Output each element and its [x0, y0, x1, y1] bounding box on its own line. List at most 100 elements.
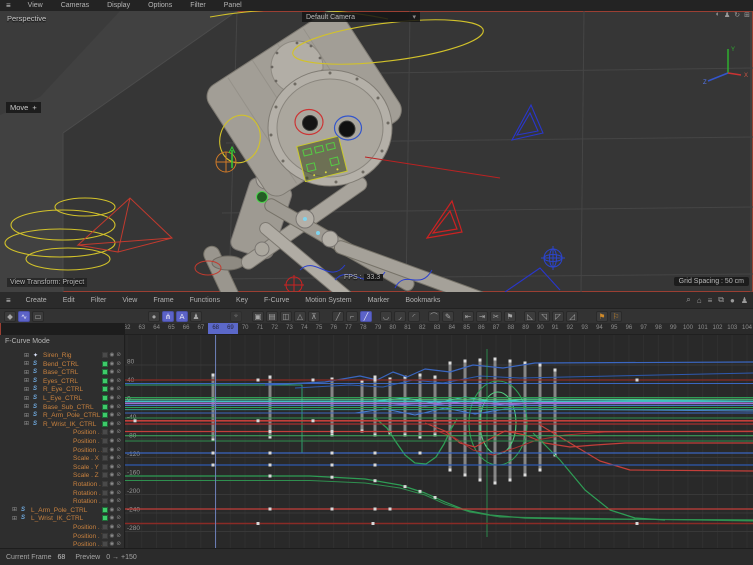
menu-display[interactable]: Display: [98, 2, 139, 9]
track-color-swatch[interactable]: [102, 447, 108, 453]
timeline-menu-motion-system[interactable]: Motion System: [297, 297, 359, 304]
ramp-b-icon[interactable]: ◹: [538, 311, 550, 322]
mute-icon[interactable]: ⊘: [116, 455, 121, 461]
mute-icon[interactable]: ⊘: [116, 524, 121, 530]
fcurve-canvas[interactable]: 80400-40-80-120-160-200-240-280: [125, 335, 753, 548]
track-color-swatch[interactable]: [102, 429, 108, 435]
fcurve-graph[interactable]: 80400-40-80-120-160-200-240-280: [125, 335, 753, 548]
fcurve-mode-label[interactable]: F-Curve Mode: [5, 338, 50, 345]
track-color-swatch[interactable]: [102, 524, 108, 530]
timeline-menu-bookmarks[interactable]: Bookmarks: [397, 297, 448, 304]
mute-icon[interactable]: ⊘: [116, 490, 121, 496]
expander-icon[interactable]: ⊞: [24, 395, 29, 402]
track-color-swatch[interactable]: [102, 361, 108, 367]
marker-edit-icon[interactable]: ⚐: [610, 311, 622, 322]
red-triangle-control[interactable]: [427, 201, 462, 238]
history-icon[interactable]: ↻: [734, 11, 740, 19]
timeline-menu-functions[interactable]: Functions: [182, 297, 228, 304]
solo-icon[interactable]: ◉: [110, 352, 115, 358]
expander-icon[interactable]: ⊞: [24, 369, 29, 376]
marker-add-icon[interactable]: ⚑: [596, 311, 608, 322]
timeline-menu-key[interactable]: Key: [228, 297, 256, 304]
step-icon[interactable]: ⌐: [346, 311, 358, 322]
ease-out-icon[interactable]: ◜: [408, 311, 420, 322]
ramp-d-icon[interactable]: ◿: [566, 311, 578, 322]
mute-icon[interactable]: ⊘: [116, 515, 121, 521]
menu-cameras[interactable]: Cameras: [52, 2, 98, 9]
mute-icon[interactable]: ⊘: [116, 481, 121, 487]
hamburger-icon[interactable]: ≡: [6, 1, 11, 10]
expander-icon[interactable]: ⊞: [24, 352, 29, 359]
shading-icon[interactable]: ◐: [716, 11, 720, 19]
layout-icon[interactable]: ⊞: [744, 11, 750, 19]
linear-icon[interactable]: ╱: [332, 311, 344, 322]
track-color-swatch[interactable]: [102, 421, 108, 427]
track-color-swatch[interactable]: [102, 352, 108, 358]
ramp-a-icon[interactable]: ◺: [524, 311, 536, 322]
triangle-icon[interactable]: △: [294, 311, 306, 322]
solo-icon[interactable]: ◉: [110, 507, 115, 513]
mute-icon[interactable]: ⊘: [116, 369, 121, 375]
red-crosshair-control[interactable]: [284, 275, 304, 292]
track-color-swatch[interactable]: [102, 395, 108, 401]
pen-icon[interactable]: ✎: [442, 311, 454, 322]
timeline-menu-create[interactable]: Create: [18, 297, 55, 304]
track-color-swatch[interactable]: [102, 378, 108, 384]
axis-icon[interactable]: ⊼: [308, 311, 320, 322]
spline-icon[interactable]: ╱: [360, 311, 372, 322]
filter-icon[interactable]: ≡: [708, 296, 713, 305]
user-icon[interactable]: ♟: [741, 296, 748, 305]
ramp-c-icon[interactable]: ◸: [552, 311, 564, 322]
ease-in-icon[interactable]: ◞: [394, 311, 406, 322]
solo-icon[interactable]: ◉: [110, 481, 115, 487]
hierarchy-filter-icon[interactable]: ⋔: [162, 311, 174, 322]
blue-triangle-control[interactable]: [505, 105, 560, 292]
key-left-icon[interactable]: ⇤: [462, 311, 474, 322]
mute-icon[interactable]: ⊘: [116, 429, 121, 435]
expander-icon[interactable]: ⊞: [24, 377, 29, 384]
mute-icon[interactable]: ⊘: [116, 352, 121, 358]
track-color-swatch[interactable]: [102, 404, 108, 410]
arc-icon[interactable]: ⌒: [428, 311, 440, 322]
sphere-icon[interactable]: ●: [730, 296, 735, 305]
track-color-swatch[interactable]: [102, 472, 108, 478]
fcurve-mode-icon[interactable]: ∿: [18, 311, 30, 322]
mute-icon[interactable]: ⊘: [116, 507, 121, 513]
mute-icon[interactable]: ⊘: [116, 412, 121, 418]
mute-icon[interactable]: ⊘: [116, 386, 121, 392]
timeline-menu-f-curve[interactable]: F-Curve: [256, 297, 297, 304]
expander-icon[interactable]: ⊞: [12, 515, 17, 522]
solo-icon[interactable]: ◉: [110, 404, 115, 410]
timeline-menu-marker[interactable]: Marker: [360, 297, 398, 304]
camera-dropdown[interactable]: Default Camera ▾: [302, 12, 420, 22]
solo-icon[interactable]: ◉: [110, 490, 115, 496]
track-row-position-z[interactable]: Position . Z◉⊘: [0, 540, 124, 548]
mute-icon[interactable]: ⊘: [116, 541, 121, 547]
ease-icon[interactable]: ◡: [380, 311, 392, 322]
viewport[interactable]: Z Y X Perspective Default Camera ▾ ◐♟↻⊞ …: [0, 11, 753, 292]
menu-view[interactable]: View: [19, 2, 52, 9]
home-icon[interactable]: ⌂: [697, 296, 702, 305]
expander-icon[interactable]: ⊞: [24, 420, 29, 427]
expander-icon[interactable]: ⊞: [24, 403, 29, 410]
clipboard-icon[interactable]: ▤: [266, 311, 278, 322]
track-color-swatch[interactable]: [102, 498, 108, 504]
blue-sphere-gizmo[interactable]: [541, 246, 565, 270]
mute-icon[interactable]: ⊘: [116, 421, 121, 427]
solo-icon[interactable]: ◉: [110, 412, 115, 418]
solo-icon[interactable]: ◉: [110, 395, 115, 401]
track-color-swatch[interactable]: [102, 455, 108, 461]
viewport-canvas[interactable]: Z Y X: [0, 11, 753, 292]
expander-icon[interactable]: ⊞: [24, 386, 29, 393]
track-color-swatch[interactable]: [102, 438, 108, 444]
timeline-menu-frame[interactable]: Frame: [145, 297, 181, 304]
solo-icon[interactable]: ◉: [110, 421, 115, 427]
solo-icon[interactable]: ◉: [110, 386, 115, 392]
solo-icon[interactable]: ◉: [110, 455, 115, 461]
objects-filter-icon[interactable]: ●: [148, 311, 160, 322]
track-color-swatch[interactable]: [102, 541, 108, 547]
solo-icon[interactable]: ◉: [110, 533, 115, 539]
solo-icon[interactable]: ◉: [110, 524, 115, 530]
key-right-icon[interactable]: ⇥: [476, 311, 488, 322]
search-icon[interactable]: ⌕: [686, 295, 690, 305]
